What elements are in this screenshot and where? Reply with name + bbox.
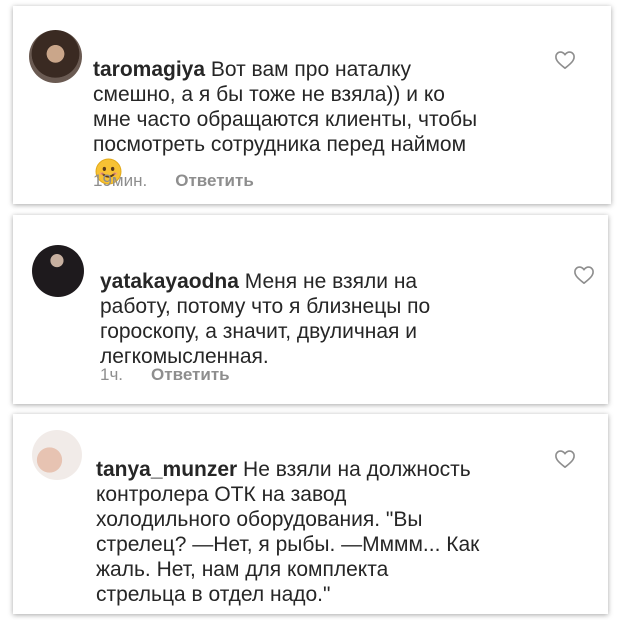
comment-username[interactable]: tanya_munzer	[96, 458, 237, 481]
comment-meta: 19мин. Ответить	[93, 171, 254, 191]
comment-time: 19мин.	[93, 171, 148, 190]
comment-username[interactable]: yatakayaodna	[100, 270, 239, 293]
avatar[interactable]	[32, 245, 84, 297]
comment-body: yatakayaodna Меня не взяли на работу, по…	[100, 244, 540, 369]
reply-button[interactable]: Ответить	[151, 365, 230, 385]
avatar[interactable]	[32, 430, 82, 480]
comment-card: taromagiya Вот вам про наталку смешно, а…	[13, 6, 611, 204]
heart-outline-icon[interactable]	[554, 50, 576, 70]
comment-body: tanya_munzer Не взяли на должность контр…	[96, 432, 546, 607]
reply-button[interactable]: Ответить	[175, 171, 254, 191]
comment-card: yatakayaodna Меня не взяли на работу, по…	[13, 215, 608, 404]
avatar[interactable]	[29, 30, 82, 83]
comment-meta: 1ч. Ответить	[100, 365, 230, 385]
heart-outline-icon[interactable]	[573, 265, 595, 285]
heart-outline-icon[interactable]	[554, 449, 576, 469]
comment-card: tanya_munzer Не взяли на должность контр…	[13, 414, 608, 614]
comment-username[interactable]: taromagiya	[93, 58, 205, 81]
comment-time: 1ч.	[100, 365, 124, 384]
comments-screenshot: taromagiya Вот вам про наталку смешно, а…	[0, 0, 620, 620]
